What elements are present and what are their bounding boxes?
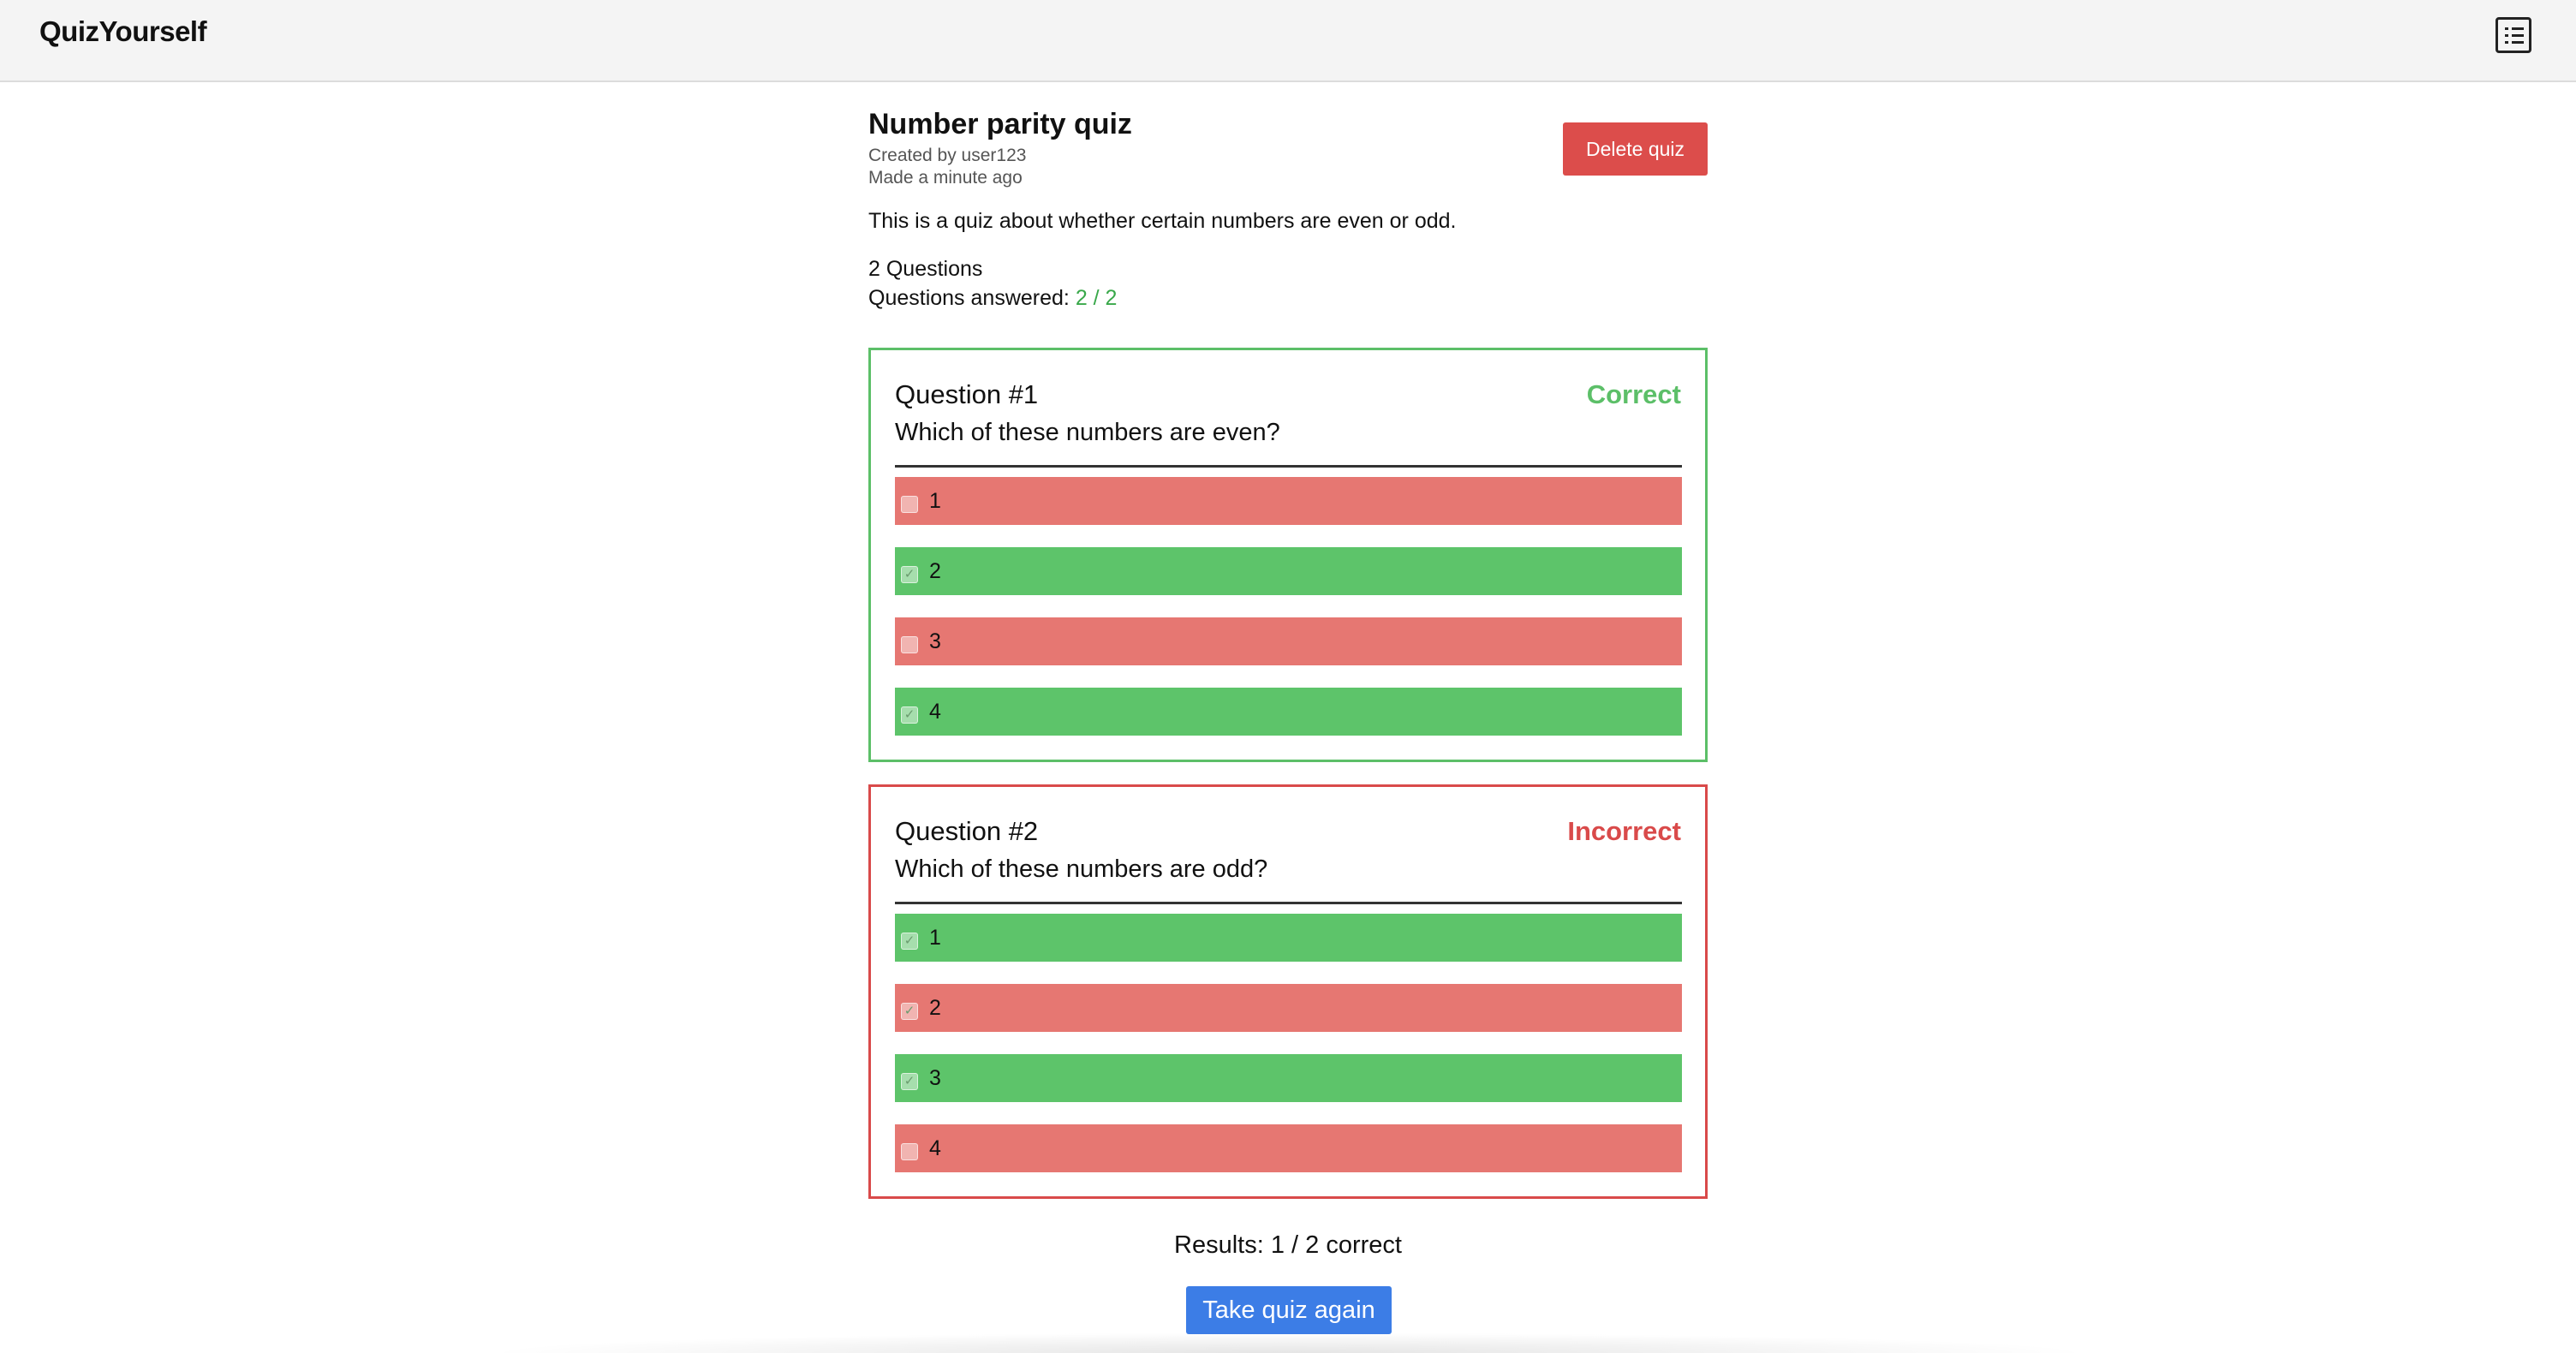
top-navbar: QuizYourself xyxy=(0,0,2576,82)
quiz-creator: Created by user123 xyxy=(868,146,1027,165)
checkbox-checked[interactable]: ✓ xyxy=(901,1003,918,1020)
checkbox-checked[interactable]: ✓ xyxy=(901,933,918,950)
checkbox-unchecked[interactable] xyxy=(901,636,918,653)
question-divider xyxy=(895,465,1682,468)
questions-answered-label: Questions answered: xyxy=(868,286,1070,310)
checkbox-unchecked[interactable] xyxy=(901,496,918,513)
answer-option-label: 3 xyxy=(929,1066,941,1090)
app-logo[interactable]: QuizYourself xyxy=(39,15,207,48)
question-text: Which of these numbers are odd? xyxy=(895,855,1268,883)
answer-option[interactable]: ✓ 3 xyxy=(895,1054,1682,1102)
answer-option[interactable]: ✓ 1 xyxy=(895,914,1682,962)
answer-option-label: 3 xyxy=(929,629,941,653)
question-divider xyxy=(895,902,1682,904)
answer-option[interactable]: ✓ 4 xyxy=(895,688,1682,736)
checkbox-checked[interactable]: ✓ xyxy=(901,566,918,583)
question-text: Which of these numbers are even? xyxy=(895,419,1280,446)
quiz-created-time: Made a minute ago xyxy=(868,168,1023,188)
delete-quiz-button[interactable]: Delete quiz xyxy=(1563,122,1708,176)
answer-option-label: 4 xyxy=(929,1136,941,1160)
answer-option-label: 2 xyxy=(929,996,941,1020)
answer-option-label: 1 xyxy=(929,926,941,950)
question-card: Question #1 Correct Which of these numbers… xyxy=(868,348,1708,762)
answer-option-label: 4 xyxy=(929,700,941,724)
answer-option[interactable]: 1 xyxy=(895,477,1682,525)
questions-answered: Questions answered: 2 / 2 xyxy=(868,286,1117,311)
results-text: Results: 1 / 2 correct xyxy=(1174,1231,1402,1259)
question-status: Incorrect xyxy=(1567,816,1681,846)
checkbox-checked[interactable]: ✓ xyxy=(901,1073,918,1090)
questions-answered-value: 2 / 2 xyxy=(1075,286,1118,310)
question-card: Question #2 Incorrect Which of these numbe… xyxy=(868,784,1708,1199)
checkbox-checked[interactable]: ✓ xyxy=(901,706,918,724)
question-number: Question #1 xyxy=(895,379,1039,409)
quiz-title: Number parity quiz xyxy=(868,108,1132,140)
answer-option[interactable]: ✓ 2 xyxy=(895,547,1682,595)
answer-option[interactable]: ✓ 2 xyxy=(895,984,1682,1032)
checkbox-unchecked[interactable] xyxy=(901,1143,918,1160)
answer-option-label: 1 xyxy=(929,489,941,513)
question-count: 2 Questions xyxy=(868,257,983,281)
answer-option-label: 2 xyxy=(929,559,941,583)
question-status: Correct xyxy=(1586,379,1681,409)
quiz-description: This is a quiz about whether certain num… xyxy=(868,209,1457,233)
bottom-shadow xyxy=(480,1332,2098,1353)
list-icon[interactable] xyxy=(2496,17,2531,53)
question-number: Question #2 xyxy=(895,816,1039,846)
answer-option[interactable]: 3 xyxy=(895,617,1682,665)
take-quiz-again-button[interactable]: Take quiz again xyxy=(1186,1286,1392,1334)
answer-option[interactable]: 4 xyxy=(895,1124,1682,1172)
